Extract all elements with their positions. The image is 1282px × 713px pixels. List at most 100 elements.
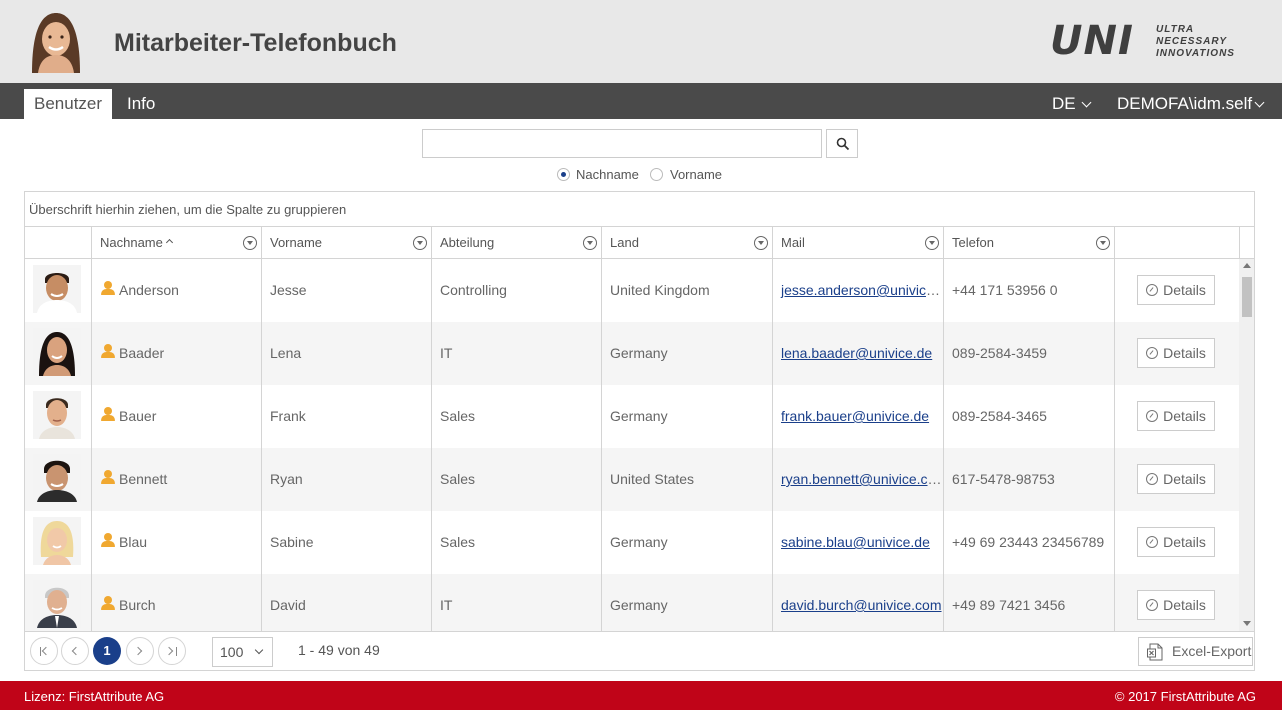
chevron-down-icon: [254, 645, 264, 655]
lastname-cell: Bauer: [91, 385, 261, 448]
radio-vorname-label: Vorname: [670, 167, 723, 182]
brand-logo-main: UNI: [1050, 18, 1134, 64]
lastname-cell: Bennett: [91, 448, 261, 511]
grid-scrollbar[interactable]: [1239, 259, 1254, 631]
employee-photo: [33, 391, 81, 439]
last-page-button[interactable]: [158, 637, 186, 665]
lastname-cell: Baader: [91, 322, 261, 385]
filter-icon[interactable]: [583, 236, 597, 250]
tab-info[interactable]: Info: [117, 89, 165, 119]
filter-icon[interactable]: [1096, 236, 1110, 250]
table-row[interactable]: Bennett Ryan Sales United States ryan.be…: [25, 448, 1239, 511]
country-cell: Germany: [601, 385, 772, 448]
country-cell: United Kingdom: [601, 259, 772, 322]
table-row[interactable]: Burch David IT Germany david.burch@univi…: [25, 574, 1239, 631]
grid-header: Nachname Vorname Abteilung Land Mail Tel…: [25, 227, 1254, 259]
department-cell: Controlling: [431, 259, 601, 322]
details-button[interactable]: Details: [1137, 527, 1215, 557]
mail-cell: sabine.blau@univice.de: [772, 511, 943, 574]
tab-benutzer[interactable]: Benutzer: [24, 89, 113, 119]
column-abteilung[interactable]: Abteilung: [431, 227, 601, 259]
photo-cell: [25, 259, 91, 322]
pager: 1 100 1 - 49 von 49 Excel-Export: [25, 631, 1254, 670]
country-cell: Germany: [601, 574, 772, 631]
department-cell: IT: [431, 322, 601, 385]
mail-link[interactable]: lena.baader@univice.de: [781, 345, 932, 361]
mail-link[interactable]: jesse.anderson@univice...: [781, 282, 943, 298]
scroll-down-icon[interactable]: [1243, 621, 1251, 626]
firstname-cell: Lena: [261, 322, 431, 385]
employee-grid: Überschrift hierhin ziehen, um die Spalt…: [24, 191, 1255, 671]
chevron-right-icon: [133, 646, 143, 656]
photo-cell: [25, 511, 91, 574]
scroll-up-icon[interactable]: [1243, 263, 1251, 268]
column-vorname[interactable]: Vorname: [261, 227, 431, 259]
details-button[interactable]: Details: [1137, 464, 1215, 494]
details-button[interactable]: Details: [1137, 338, 1215, 368]
table-row[interactable]: Bauer Frank Sales Germany frank.bauer@un…: [25, 385, 1239, 448]
mail-link[interactable]: ryan.bennett@univice.com: [781, 471, 943, 487]
compass-icon: [1146, 599, 1159, 611]
phone-cell: +44 171 53956 0: [943, 259, 1114, 322]
filter-icon[interactable]: [243, 236, 257, 250]
mail-link[interactable]: sabine.blau@univice.de: [781, 534, 930, 550]
compass-icon: [1146, 536, 1159, 548]
mail-link[interactable]: frank.bauer@univice.de: [781, 408, 929, 424]
table-row[interactable]: Blau Sabine Sales Germany sabine.blau@un…: [25, 511, 1239, 574]
employee-photo: [33, 580, 81, 628]
mail-cell: lena.baader@univice.de: [772, 322, 943, 385]
compass-icon: [1146, 347, 1159, 359]
prev-page-button[interactable]: [61, 637, 89, 665]
next-page-button[interactable]: [126, 637, 154, 665]
details-button[interactable]: Details: [1137, 401, 1215, 431]
radio-vorname[interactable]: [650, 168, 663, 181]
mail-link[interactable]: david.burch@univice.com: [781, 597, 942, 613]
mail-cell: frank.bauer@univice.de: [772, 385, 943, 448]
language-dropdown[interactable]: DE: [1052, 89, 1092, 119]
department-cell: IT: [431, 574, 601, 631]
department-cell: Sales: [431, 511, 601, 574]
firstname-cell: Ryan: [261, 448, 431, 511]
column-telefon[interactable]: Telefon: [943, 227, 1114, 259]
department-cell: Sales: [431, 448, 601, 511]
page-size-select[interactable]: 100: [212, 637, 273, 667]
user-icon: [100, 407, 116, 422]
table-row[interactable]: Baader Lena IT Germany lena.baader@univi…: [25, 322, 1239, 385]
chevron-down-icon: [1081, 97, 1092, 108]
firstname-cell: David: [261, 574, 431, 631]
account-dropdown[interactable]: DEMOFA\idm.self: [1117, 89, 1265, 119]
compass-icon: [1146, 473, 1159, 485]
table-row[interactable]: Anderson Jesse Controlling United Kingdo…: [25, 259, 1239, 322]
page-info: 1 - 49 von 49: [298, 642, 380, 658]
grid-body: Anderson Jesse Controlling United Kingdo…: [25, 259, 1239, 631]
column-nachname[interactable]: Nachname: [91, 227, 261, 259]
search-input[interactable]: [422, 129, 822, 158]
app-footer: Lizenz: FirstAttribute AG © 2017 FirstAt…: [0, 681, 1282, 710]
license-text: Lizenz: FirstAttribute AG: [24, 689, 165, 704]
mail-cell: jesse.anderson@univice...: [772, 259, 943, 322]
first-page-icon: [41, 646, 51, 656]
column-land[interactable]: Land: [601, 227, 772, 259]
country-cell: United States: [601, 448, 772, 511]
details-button[interactable]: Details: [1137, 275, 1215, 305]
column-actions: [1114, 227, 1239, 259]
lastname-cell: Anderson: [91, 259, 261, 322]
radio-nachname[interactable]: [557, 168, 570, 181]
brand-logo: UNI ULTRA NECESSARY INNOVATIONS: [1050, 18, 1260, 64]
scroll-thumb[interactable]: [1242, 277, 1252, 317]
search-button[interactable]: [826, 129, 858, 158]
details-button[interactable]: Details: [1137, 590, 1215, 620]
country-cell: Germany: [601, 511, 772, 574]
filter-icon[interactable]: [925, 236, 939, 250]
group-drop-area[interactable]: Überschrift hierhin ziehen, um die Spalt…: [25, 192, 1254, 227]
page-button-current[interactable]: 1: [93, 637, 121, 665]
filter-icon[interactable]: [413, 236, 427, 250]
first-page-button[interactable]: [30, 637, 58, 665]
filter-icon[interactable]: [754, 236, 768, 250]
firstname-cell: Frank: [261, 385, 431, 448]
user-icon: [100, 596, 116, 611]
navbar: Benutzer Info DE DEMOFA\idm.self: [0, 83, 1282, 119]
column-mail[interactable]: Mail: [772, 227, 943, 259]
user-icon: [100, 281, 116, 296]
excel-export-button[interactable]: Excel-Export: [1138, 637, 1253, 666]
